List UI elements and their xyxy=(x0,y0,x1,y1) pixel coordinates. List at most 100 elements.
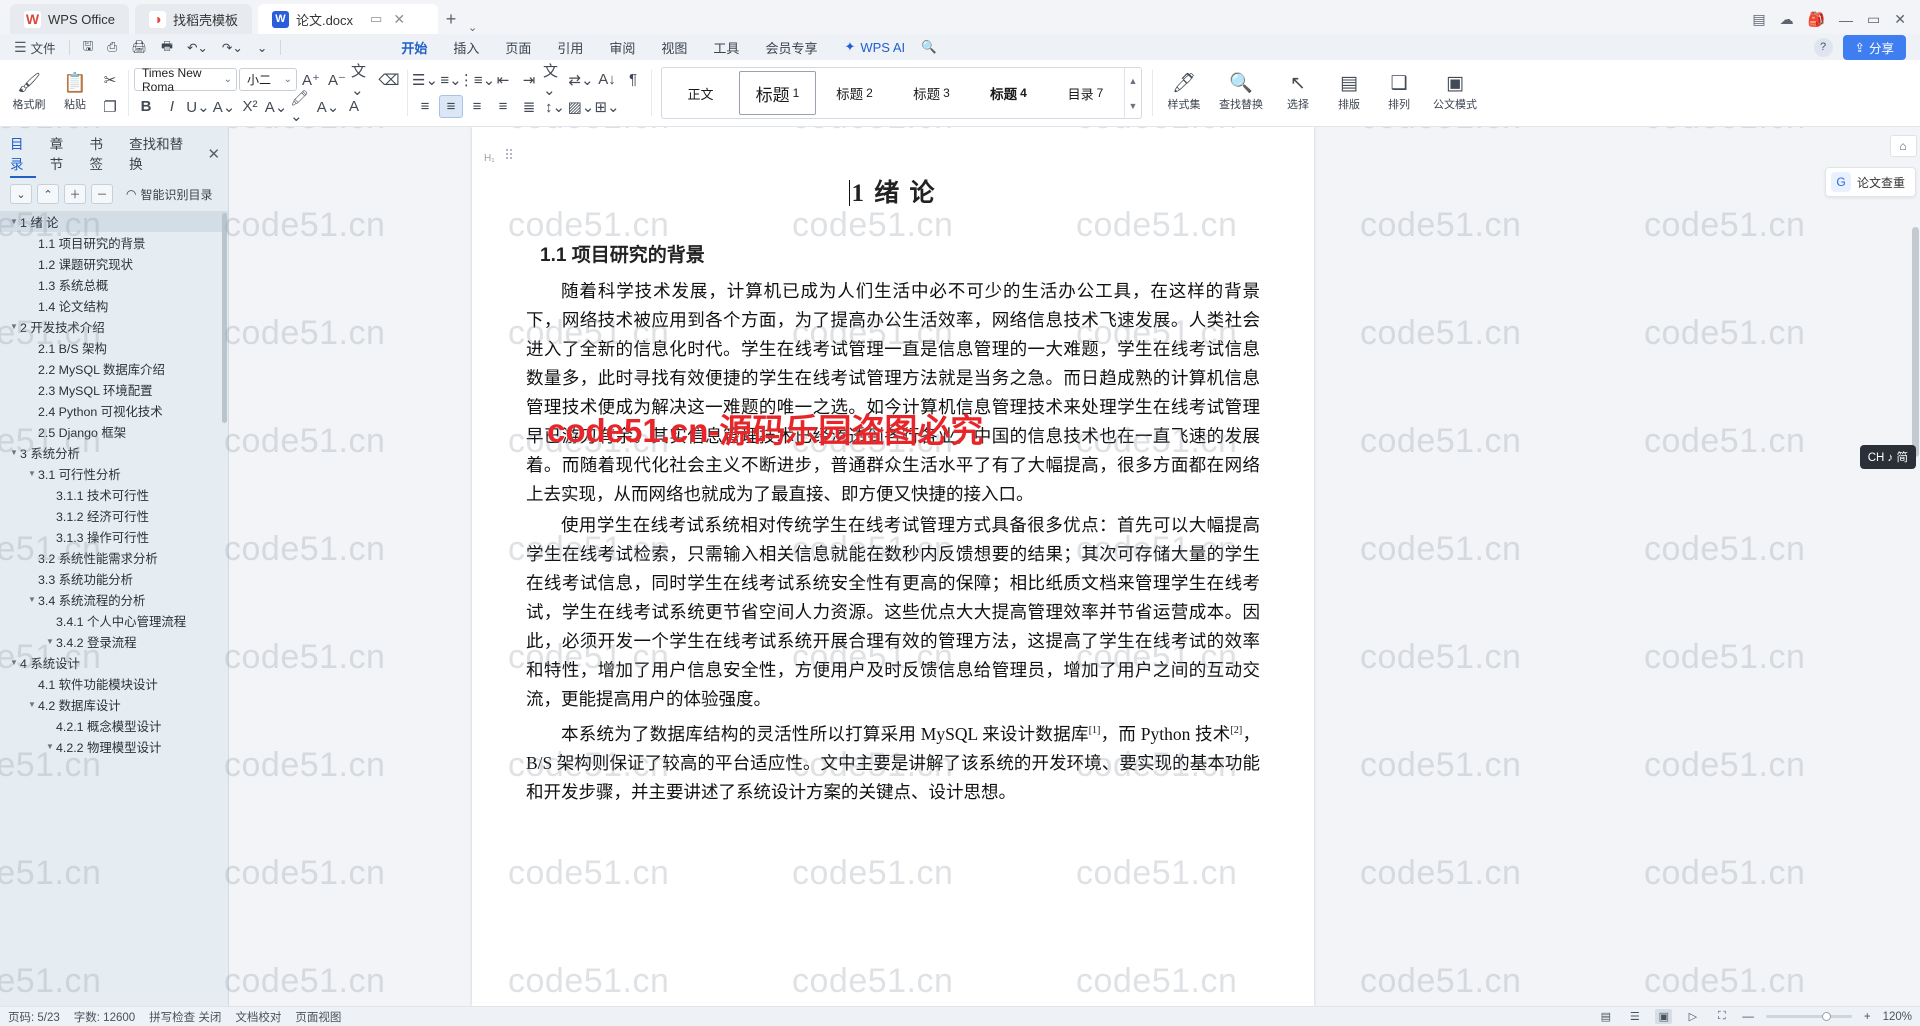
ime-status-badge[interactable]: CH ♪ 简 xyxy=(1859,445,1916,469)
character-shading-icon[interactable]: A xyxy=(342,95,366,118)
close-icon[interactable]: ✕ xyxy=(393,11,405,28)
align-right-icon[interactable]: ≡ xyxy=(465,95,489,118)
smart-toc-button[interactable]: ◠ 智能识别目录 xyxy=(126,186,213,203)
style-item-toc-7[interactable]: 目录 7 xyxy=(1047,71,1124,115)
citation-ref-1[interactable]: [1] xyxy=(1089,725,1101,736)
style-set-button[interactable]: 🖊 样式集 xyxy=(1158,64,1210,122)
toc-item[interactable]: ▼ 3.1 可行性分析 xyxy=(0,463,228,484)
undo-icon[interactable]: ↶⌄ xyxy=(181,38,214,57)
toc-item[interactable]: ▼ 3.4.2 登录流程 xyxy=(0,631,228,652)
fullscreen-icon[interactable]: ⛶ xyxy=(1713,1009,1730,1024)
chevron-down-icon[interactable]: ▼ xyxy=(8,658,20,667)
tab-view[interactable]: 视图 xyxy=(648,36,700,59)
print-icon[interactable]: 🖨 xyxy=(125,38,153,57)
toc-item[interactable]: ▼ 4 系统设计 xyxy=(0,652,228,673)
tab-page[interactable]: 页面 xyxy=(492,36,544,59)
save-icon[interactable]: 🖫 xyxy=(77,35,100,60)
highlight-icon[interactable]: 🖍⌄ xyxy=(290,90,314,125)
maximize-button[interactable]: ▭ xyxy=(1867,11,1880,28)
toc-item[interactable]: 3.1.3 操作可行性 xyxy=(0,526,228,547)
chevron-down-icon[interactable]: ▼ xyxy=(44,742,56,751)
nav-tab-find-replace[interactable]: 查找和替换 xyxy=(129,133,193,178)
style-item-heading-3[interactable]: 标题 3 xyxy=(893,71,970,115)
nav-tab-chapters[interactable]: 章节 xyxy=(50,133,76,178)
close-icon[interactable]: ✕ xyxy=(207,145,220,167)
style-item-zhengwen[interactable]: 正文 xyxy=(662,71,739,115)
toc-item[interactable]: 4.1 软件功能模块设计 xyxy=(0,673,228,694)
sort-icon[interactable]: A↓ xyxy=(595,68,619,91)
zoom-out-button[interactable]: — xyxy=(1742,1011,1754,1023)
shading-icon[interactable]: ▨⌄ xyxy=(568,95,595,118)
justify-icon[interactable]: ≡ xyxy=(491,95,515,118)
decrease-font-icon[interactable]: A⁻ xyxy=(325,68,349,91)
save-as-cloud-icon[interactable]: ⎙ xyxy=(101,38,123,57)
toc-item[interactable]: 3.2 系统性能需求分析 xyxy=(0,547,228,568)
font-size-select[interactable]: 小二 ⌄ xyxy=(239,68,297,91)
page-indicator[interactable]: 页码: 5/23 xyxy=(8,1009,60,1025)
collapse-panel-icon[interactable]: ⌂ xyxy=(1889,135,1917,157)
file-menu-button[interactable]: ☰ 文件 xyxy=(8,36,62,59)
pinyin-guide-icon[interactable]: 文⌄ xyxy=(351,63,375,99)
app-tab-templates[interactable]: ◑ 找稻壳模板 xyxy=(134,4,252,34)
toc-item[interactable]: ▼ 4.2 数据库设计 xyxy=(0,694,228,715)
share-button[interactable]: ⇪ 分享 xyxy=(1842,34,1906,60)
collapse-minus-icon[interactable]: － xyxy=(91,184,113,204)
search-replace-button[interactable]: 🔍 查找替换 xyxy=(1210,64,1272,122)
underline-icon[interactable]: U⌄ xyxy=(186,95,210,118)
toc-item[interactable]: 2.4 Python 可视化技术 xyxy=(0,400,228,421)
chevron-down-icon[interactable]: ▼ xyxy=(26,700,38,709)
toc-item[interactable]: 2.3 MySQL 环境配置 xyxy=(0,379,228,400)
toc-item[interactable]: 1.4 论文结构 xyxy=(0,295,228,316)
chevron-down-icon[interactable]: ▼ xyxy=(44,637,56,646)
toc-item[interactable]: ▼ 3.4 系统流程的分析 xyxy=(0,589,228,610)
outline-icon[interactable]: ☰ xyxy=(1626,1009,1643,1024)
toc-item[interactable]: 3.1.1 技术可行性 xyxy=(0,484,228,505)
text-effects-icon[interactable]: A⌄ xyxy=(264,95,288,118)
chevron-down-icon[interactable]: ▼ xyxy=(26,595,38,604)
document-heading-2[interactable]: 1.1 项目研究的背景 xyxy=(540,240,1260,267)
backpack-icon[interactable]: 🎒 xyxy=(1808,11,1825,28)
toc-item[interactable]: 2.5 Django 框架 xyxy=(0,421,228,442)
tab-reference[interactable]: 引用 xyxy=(544,36,596,59)
document-paragraph-3[interactable]: 本系统为了数据库结构的灵活性所以打算采用 MySQL 来设计数据库[1]，而 P… xyxy=(526,716,1260,807)
toc-item[interactable]: 2.1 B/S 架构 xyxy=(0,337,228,358)
document-paragraph-2[interactable]: 使用学生在线考试系统相对传统学生在线考试管理方式具备很多优点：首先可以大幅提高学… xyxy=(526,511,1260,714)
wps-ai-button[interactable]: ✦ WPS AI xyxy=(844,39,905,55)
line-spacing-icon[interactable]: ↕⌄ xyxy=(543,95,567,118)
cloud-icon[interactable]: ☁ xyxy=(1780,11,1794,28)
paragraph-handle-icon[interactable] xyxy=(506,149,515,161)
official-doc-button[interactable]: ▣ 公文模式 xyxy=(1424,64,1486,122)
scroll-down-icon[interactable]: ▼ xyxy=(1129,101,1138,111)
chevron-down-icon[interactable]: ▼ xyxy=(8,217,20,226)
style-item-heading-1[interactable]: 标题 1 xyxy=(739,71,816,115)
toc-item[interactable]: 4.2.1 概念模型设计 xyxy=(0,715,228,736)
customize-icon[interactable]: ⌄ xyxy=(251,38,273,57)
nav-scrollbar[interactable] xyxy=(221,213,228,996)
help-icon[interactable]: ? xyxy=(1813,37,1833,57)
tab-insert[interactable]: 插入 xyxy=(440,36,492,59)
align-center-icon[interactable]: ≡ xyxy=(439,95,463,118)
document-heading-1[interactable]: 1 绪 论 xyxy=(526,173,1260,209)
font-color-icon[interactable]: A⌄ xyxy=(316,95,340,118)
scissors-icon[interactable]: ✂ xyxy=(98,68,122,91)
increase-indent-icon[interactable]: ⇥ xyxy=(517,68,541,91)
arrange-button[interactable]: ❑ 排列 xyxy=(1374,64,1424,122)
toc-item[interactable]: 2.2 MySQL 数据库介绍 xyxy=(0,358,228,379)
redo-icon[interactable]: ↷⌄ xyxy=(216,38,249,57)
text-direction-icon[interactable]: ⇄⌄ xyxy=(568,68,593,91)
tab-tools[interactable]: 工具 xyxy=(700,36,752,59)
citation-ref-2[interactable]: [2] xyxy=(1231,725,1243,736)
word-count[interactable]: 字数: 12600 xyxy=(74,1009,135,1025)
style-item-heading-4[interactable]: 标题 4 xyxy=(970,71,1047,115)
show-marks-icon[interactable]: ¶ xyxy=(621,68,645,91)
doc-proofread[interactable]: 文档校对 xyxy=(235,1009,281,1025)
toc-item[interactable]: 1.1 项目研究的背景 xyxy=(0,232,228,253)
borders-icon[interactable]: ⊞⌄ xyxy=(594,95,619,118)
toc-item[interactable]: ▼ 2 开发技术介绍 xyxy=(0,316,228,337)
collapse-down-icon[interactable]: ⌄ xyxy=(10,184,32,204)
document-page[interactable]: H₁ 1 绪 论 1.1 项目研究的背景 随着科学技术发展，计算机已成为人们生活… xyxy=(472,127,1314,1006)
zoom-in-button[interactable]: + xyxy=(1864,1011,1871,1023)
toc-item[interactable]: ▼ 1 绪 论 xyxy=(0,211,228,232)
tab-member[interactable]: 会员专享 xyxy=(752,36,830,59)
toc-item[interactable]: ▼ 3 系统分析 xyxy=(0,442,228,463)
